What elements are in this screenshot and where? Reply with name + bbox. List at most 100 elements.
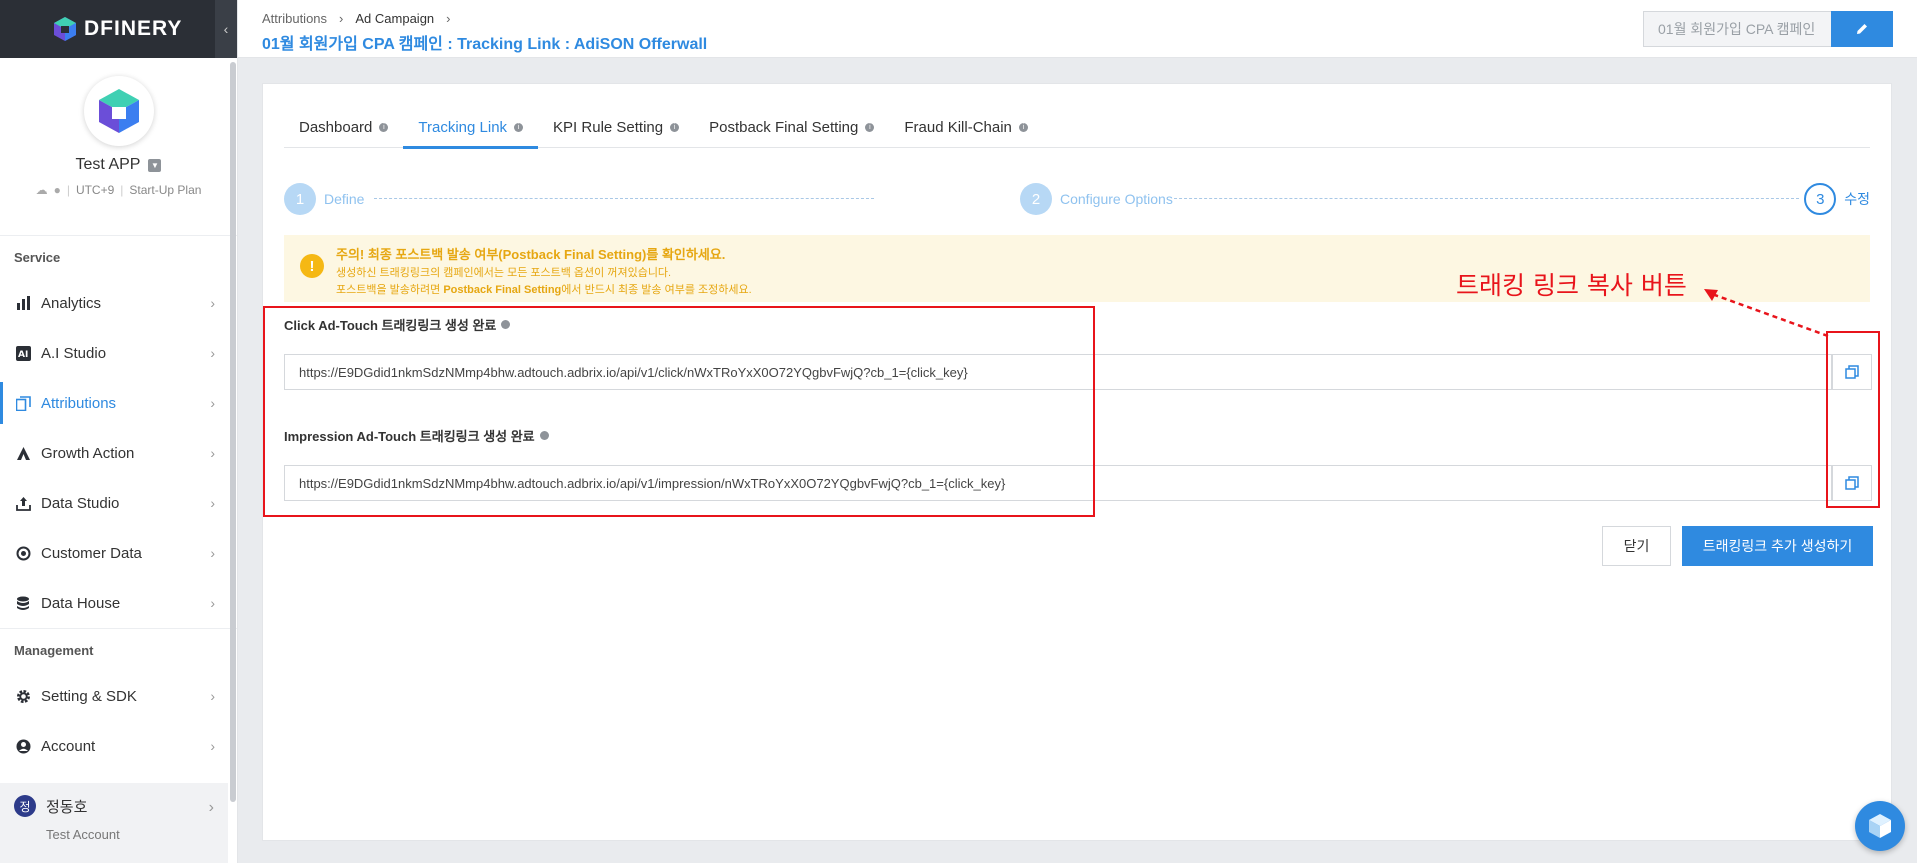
tab-label: Tracking Link — [418, 118, 508, 136]
annotation-arrow-icon — [1704, 289, 1829, 338]
divider: | — [66, 183, 70, 197]
close-button[interactable]: 닫기 — [1602, 526, 1671, 566]
user-profile[interactable]: 정 정동호 Test Account › — [0, 783, 228, 863]
alert-title: 주의! 최종 포스트백 발송 여부(Postback Final Setting… — [336, 247, 726, 262]
chevron-right-icon: › — [210, 445, 215, 461]
step-label: 수정 — [1844, 191, 1870, 207]
tab-fraud-kill-chain[interactable]: Fraud Kill-Chain i — [889, 106, 1043, 148]
page-title: 01월 회원가입 CPA 캠페인 : Tracking Link : AdiSO… — [262, 36, 708, 53]
create-more-links-button[interactable]: 트래킹링크 추가 생성하기 — [1682, 526, 1873, 566]
annotation-copy-buttons-box — [1826, 331, 1880, 508]
ai-icon: AI — [14, 344, 32, 362]
sidebar-item-label: Setting & SDK — [41, 687, 137, 705]
info-icon: i — [1018, 122, 1028, 132]
app-plan: Start-Up Plan — [129, 183, 202, 197]
step-number: 3 — [1804, 183, 1837, 215]
alert-emphasis: Postback Final Setting — [443, 284, 562, 297]
annotation-label: 트래킹 링크 복사 버튼 — [1456, 271, 1687, 300]
info-icon: i — [379, 122, 389, 132]
sidebar-item-customer-data[interactable]: Customer Data › — [0, 528, 237, 578]
breadcrumb: Attributions › Ad Campaign › — [262, 11, 451, 26]
target-icon — [14, 544, 32, 562]
step-define: 1 Define — [284, 183, 365, 215]
sidebar-item-growth-action[interactable]: Growth Action › — [0, 428, 237, 478]
tab-label: KPI Rule Setting — [553, 118, 664, 136]
stepper: 1 Define 2 Configure Options 3 수정 — [284, 183, 1870, 215]
app-cube-icon — [98, 89, 139, 133]
sidebar-item-account[interactable]: Account › — [0, 721, 237, 771]
brand-logo[interactable]: DFINERY — [52, 16, 182, 42]
step-edit: 3 수정 — [1804, 183, 1870, 215]
sidebar-item-data-house[interactable]: Data House › — [0, 578, 237, 628]
chevron-right-icon: › — [210, 545, 215, 561]
sidebar-item-label: Customer Data — [41, 544, 142, 562]
sidebar-item-label: Analytics — [41, 294, 102, 312]
app-avatar[interactable] — [83, 76, 154, 146]
edit-button[interactable] — [1831, 11, 1893, 47]
app-meta: ☁ ● | UTC+9 | Start-Up Plan — [36, 183, 202, 197]
app-selector[interactable]: Test APP ▼ — [76, 156, 162, 174]
sidebar-scrollbar[interactable] — [230, 62, 236, 802]
pencil-icon — [1857, 24, 1867, 34]
svg-text:AI: AI — [18, 350, 28, 360]
collapse-sidebar-button[interactable]: ‹ — [215, 0, 237, 58]
sidebar-item-label: A.I Studio — [41, 344, 107, 362]
chevron-right-icon: › — [210, 595, 215, 611]
info-icon: i — [865, 122, 875, 132]
app-timezone: UTC+9 — [75, 183, 115, 197]
tab-label: Fraud Kill-Chain — [904, 118, 1012, 136]
tab-label: Postback Final Setting — [709, 118, 859, 136]
step-label: Configure Options — [1060, 191, 1173, 207]
attribution-icon — [14, 394, 32, 412]
topbar: Attributions › Ad Campaign › 01월 회원가입 CP… — [238, 0, 1917, 58]
tab-label: Dashboard — [299, 118, 373, 136]
alert-body: 주의! 최종 포스트백 발송 여부(Postback Final Setting… — [336, 244, 752, 297]
step-number: 2 — [1020, 183, 1052, 215]
info-icon: i — [670, 122, 680, 132]
tab-dashboard[interactable]: Dashboard i — [284, 106, 403, 148]
sidebar-item-label: Growth Action — [41, 444, 135, 462]
sidebar-item-setting-sdk[interactable]: Setting & SDK › — [0, 671, 237, 721]
tab-postback-final-setting[interactable]: Postback Final Setting i — [694, 106, 889, 148]
user-icon — [14, 737, 32, 755]
annotation-links-box — [263, 306, 1095, 517]
user-account-type: Test Account — [46, 827, 120, 842]
alert-line: 생성하신 트래킹링크의 캠페인에서는 모든 포스트백 옵션이 꺼져있습니다. — [336, 267, 672, 279]
chevron-right-icon: › — [210, 495, 215, 511]
sidebar-item-analytics[interactable]: Analytics › — [0, 278, 237, 328]
apple-icon: ● — [53, 183, 61, 197]
upload-icon — [14, 494, 32, 512]
tab-kpi-rule-setting[interactable]: KPI Rule Setting i — [538, 106, 694, 148]
chevron-right-icon: › — [210, 395, 215, 411]
breadcrumb-item[interactable]: Attributions — [262, 11, 327, 26]
dropdown-icon: ▼ — [148, 158, 162, 172]
sidebar-item-data-studio[interactable]: Data Studio › — [0, 478, 237, 528]
user-row: 정 정동호 — [0, 783, 228, 817]
chevron-right-icon: › — [210, 738, 215, 754]
sidebar-item-attributions[interactable]: Attributions › — [0, 378, 237, 428]
sidebar: DFINERY ‹ Test APP ▼ ☁ ● | UTC+9 | Start… — [0, 0, 238, 863]
sidebar-item-label: Data Studio — [41, 494, 120, 512]
dfinery-logo-icon — [52, 16, 78, 42]
app-card: Test APP ▼ ☁ ● | UTC+9 | Start-Up Plan — [0, 58, 237, 236]
tab-bar: Dashboard i Tracking Link i KPI Rule Setti… — [284, 106, 1870, 149]
campaign-name-field[interactable]: 01월 회원가입 CPA 캠페인 — [1643, 11, 1833, 47]
sidebar-item-label: Attributions — [41, 394, 117, 412]
gear-icon — [14, 687, 32, 705]
breadcrumb-item[interactable]: Ad Campaign — [355, 11, 434, 26]
chevron-right-icon: › — [210, 688, 215, 704]
sidebar-item-ai-studio[interactable]: AI A.I Studio › — [0, 328, 237, 378]
management-section-title: Management — [14, 642, 94, 658]
divider: | — [120, 183, 124, 197]
breadcrumb-separator-icon: › — [446, 11, 451, 26]
tab-tracking-link[interactable]: Tracking Link i — [403, 106, 538, 149]
database-icon — [14, 594, 32, 612]
step-number: 1 — [284, 183, 316, 215]
app-name: Test APP — [75, 156, 141, 173]
bar-chart-icon — [14, 294, 32, 312]
alert-text: 에서 반드시 최종 발송 여부를 조정하세요. — [561, 284, 752, 297]
help-chat-button[interactable] — [1855, 801, 1905, 851]
warning-icon: ! — [300, 254, 324, 278]
user-avatar: 정 — [14, 795, 36, 817]
step-label: Define — [324, 191, 365, 207]
